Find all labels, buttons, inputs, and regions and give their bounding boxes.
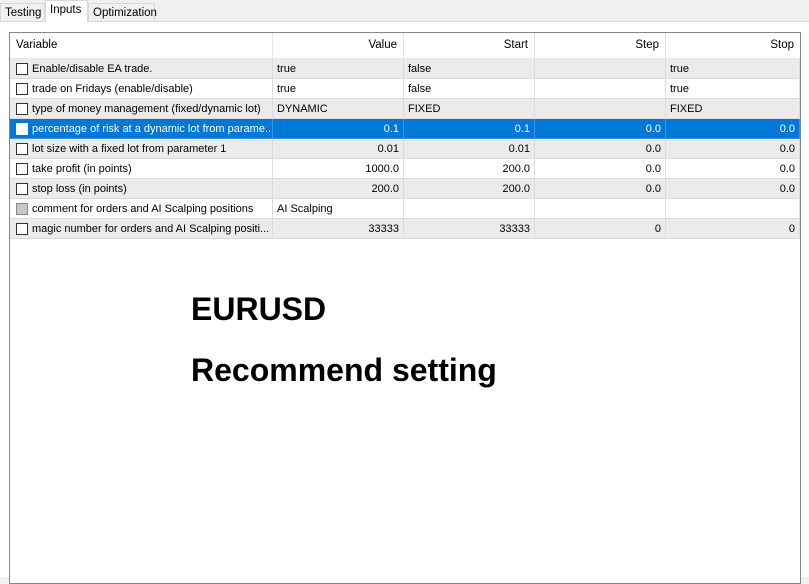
start-cell[interactable]: 0.1 — [404, 119, 535, 139]
tab-strip: Testing Inputs Optimization — [0, 0, 809, 22]
overlay-title-recommend: Recommend setting — [191, 352, 497, 388]
table-row[interactable]: lot size with a fixed lot from parameter… — [10, 139, 800, 159]
value-cell[interactable]: DYNAMIC — [273, 99, 404, 119]
variable-name: percentage of risk at a dynamic lot from… — [10, 119, 273, 139]
step-cell[interactable]: 0.0 — [535, 139, 666, 159]
stop-cell[interactable]: 0.0 — [666, 159, 800, 179]
value-cell[interactable]: true — [273, 59, 404, 79]
step-cell[interactable]: 0 — [535, 219, 666, 239]
variable-name: Enable/disable EA trade. — [10, 59, 273, 79]
variable-name: type of money management (fixed/dynamic … — [10, 99, 273, 119]
stop-cell[interactable]: 0.0 — [666, 139, 800, 159]
table-row[interactable]: magic number for orders and AI Scalping … — [10, 219, 800, 239]
start-cell[interactable]: false — [404, 59, 535, 79]
inputs-table: Variable Value Start Step Stop Enable/di… — [9, 32, 801, 584]
stop-cell[interactable]: 0.0 — [666, 179, 800, 199]
variable-name: stop loss (in points) — [10, 179, 273, 199]
step-cell[interactable]: 0.0 — [535, 179, 666, 199]
stop-cell[interactable]: true — [666, 59, 800, 79]
stop-cell[interactable]: 0.0 — [666, 119, 800, 139]
tab-testing[interactable]: Testing — [0, 3, 45, 21]
step-cell[interactable] — [535, 79, 666, 99]
tab-optimization[interactable]: Optimization — [88, 3, 157, 21]
table-row[interactable]: Enable/disable EA trade. true false true — [10, 59, 800, 79]
inputs-panel: Variable Value Start Step Stop Enable/di… — [0, 21, 809, 584]
stop-cell[interactable]: FIXED — [666, 99, 800, 119]
step-cell[interactable] — [535, 99, 666, 119]
start-cell[interactable]: 200.0 — [404, 159, 535, 179]
value-cell[interactable]: AI Scalping — [273, 199, 404, 219]
stop-cell — [666, 199, 800, 219]
variable-name: magic number for orders and AI Scalping … — [10, 219, 273, 239]
column-header-stop[interactable]: Stop — [666, 33, 800, 58]
start-cell — [404, 199, 535, 219]
table-row-selected[interactable]: percentage of risk at a dynamic lot from… — [10, 119, 800, 139]
table-row[interactable]: trade on Fridays (enable/disable) true f… — [10, 79, 800, 99]
column-header-step[interactable]: Step — [535, 33, 666, 58]
column-header-value[interactable]: Value — [273, 33, 404, 58]
value-cell[interactable]: 200.0 — [273, 179, 404, 199]
table-row[interactable]: stop loss (in points) 200.0 200.0 0.0 0.… — [10, 179, 800, 199]
variable-name: lot size with a fixed lot from parameter… — [10, 139, 273, 159]
column-header-variable[interactable]: Variable — [10, 33, 273, 58]
stop-cell[interactable]: true — [666, 79, 800, 99]
start-cell[interactable]: 33333 — [404, 219, 535, 239]
step-cell[interactable]: 0.0 — [535, 119, 666, 139]
variable-name: comment for orders and AI Scalping posit… — [10, 199, 273, 219]
table-row[interactable]: comment for orders and AI Scalping posit… — [10, 199, 800, 219]
variable-name: trade on Fridays (enable/disable) — [10, 79, 273, 99]
tab-inputs[interactable]: Inputs — [45, 0, 88, 22]
step-cell[interactable] — [535, 59, 666, 79]
value-cell[interactable]: 33333 — [273, 219, 404, 239]
value-cell[interactable]: 1000.0 — [273, 159, 404, 179]
table-row[interactable]: type of money management (fixed/dynamic … — [10, 99, 800, 119]
step-cell[interactable]: 0.0 — [535, 159, 666, 179]
value-cell[interactable]: true — [273, 79, 404, 99]
table-header: Variable Value Start Step Stop — [10, 33, 800, 59]
value-cell[interactable]: 0.01 — [273, 139, 404, 159]
start-cell[interactable]: false — [404, 79, 535, 99]
variable-name: take profit (in points) — [10, 159, 273, 179]
step-cell — [535, 199, 666, 219]
column-header-start[interactable]: Start — [404, 33, 535, 58]
start-cell[interactable]: FIXED — [404, 99, 535, 119]
start-cell[interactable]: 0.01 — [404, 139, 535, 159]
table-row[interactable]: take profit (in points) 1000.0 200.0 0.0… — [10, 159, 800, 179]
value-cell[interactable]: 0.1 — [273, 119, 404, 139]
overlay-title-symbol: EURUSD — [191, 291, 327, 327]
stop-cell[interactable]: 0 — [666, 219, 800, 239]
start-cell[interactable]: 200.0 — [404, 179, 535, 199]
